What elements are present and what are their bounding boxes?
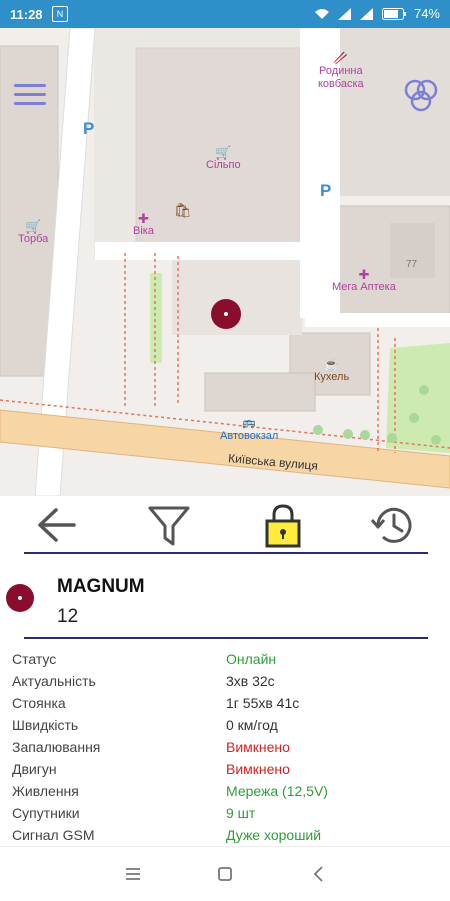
menu-icon-bar [14, 93, 46, 96]
layers-button[interactable] [402, 78, 440, 114]
bus-stop-icon: 🚌 [242, 417, 257, 429]
status-bar: 11:28 N 74% [0, 0, 450, 28]
info-row: Швидкість 0 км/год [0, 715, 450, 737]
status-icons: 74% [314, 6, 440, 21]
shop-icon: 🥢 [333, 51, 349, 65]
info-label: Запалювання [12, 739, 101, 755]
cart-icon: 🛒 [215, 145, 232, 160]
chevron-left-icon [313, 866, 323, 882]
divider [24, 552, 428, 554]
info-value: Вимкнено [226, 761, 290, 777]
info-label: Швидкість [12, 717, 79, 733]
info-label: Стоянка [12, 695, 66, 711]
poi-torba[interactable]: 🛒 Торба [18, 220, 48, 246]
signal-icon-2 [359, 7, 373, 20]
lock-button[interactable] [260, 502, 306, 548]
divider [24, 637, 428, 639]
pharmacy-icon: ✚ [138, 211, 149, 226]
device-header[interactable]: MAGNUM 12 [0, 560, 450, 638]
info-value: Вимкнено [226, 739, 290, 755]
poi-silpo[interactable]: 🛒 Сільпо [206, 146, 241, 172]
house-number: 77 [406, 259, 418, 270]
info-list: Статус Онлайн Актуальність 3хв 32с Стоянка 1г… [0, 649, 450, 847]
bag-icon: 🛍 [174, 202, 192, 218]
device-marker-icon [6, 584, 34, 612]
back-nav-button[interactable] [306, 861, 332, 887]
history-button[interactable] [370, 502, 416, 548]
home-square-icon [218, 867, 232, 881]
wifi-icon [314, 8, 329, 19]
menu-icon-bar [14, 102, 46, 105]
info-value: Онлайн [226, 651, 277, 667]
poi-vika[interactable]: ✚ Віка [133, 212, 154, 238]
poi-rodynna-kovbaska[interactable]: 🥢 Родинна ковбаска [318, 52, 364, 91]
parking-icon-2: P [320, 181, 332, 200]
menu-icon [126, 868, 140, 880]
info-row: Живлення Мережа (12,5V) [0, 781, 450, 803]
vehicle-marker[interactable] [211, 299, 241, 329]
info-row: Супутники 9 шт [0, 803, 450, 825]
info-row: Сигнал GSM Дуже хороший [0, 825, 450, 847]
cafe-icon: ☕ [323, 357, 340, 372]
device-name: MAGNUM [57, 576, 145, 597]
info-label: Статус [12, 651, 57, 667]
filter-button[interactable] [146, 502, 192, 548]
poi-kukhel[interactable]: ☕ Кухель [314, 358, 349, 384]
lock-icon [265, 504, 301, 548]
info-value: 3хв 32с [226, 673, 275, 689]
menu-button[interactable] [14, 84, 46, 106]
recents-button[interactable] [120, 861, 146, 887]
battery-percent: 74% [413, 6, 440, 21]
info-row: Запалювання Вимкнено [0, 737, 450, 759]
battery-icon [381, 7, 406, 20]
system-nav-bar [0, 846, 450, 901]
menu-icon-bar [14, 84, 46, 87]
info-value: Мережа (12,5V) [226, 783, 328, 799]
status-time: 11:28 [10, 7, 43, 22]
back-button[interactable] [34, 502, 80, 548]
info-label: Актуальність [12, 673, 96, 689]
info-value: 9 шт [226, 805, 256, 821]
info-value: 1г 55хв 41с [226, 695, 300, 711]
info-row: Актуальність 3хв 32с [0, 671, 450, 693]
info-label: Супутники [12, 805, 80, 821]
info-value: 0 км/год [226, 717, 278, 733]
home-button[interactable] [212, 861, 238, 887]
signal-icon [337, 7, 351, 20]
map-view[interactable]: 🥢 Родинна ковбаска 🛒 Сільпо 🛒 Торба ✚ Ві… [0, 28, 450, 496]
parking-icon: P [83, 119, 95, 138]
filter-icon [148, 506, 190, 546]
cart-icon: 🛒 [25, 219, 42, 234]
info-row: Двигун Вимкнено [0, 759, 450, 781]
toolbar [0, 496, 450, 554]
history-icon [370, 507, 412, 543]
notification-icon: N [52, 6, 68, 22]
poi-mega-apteka[interactable]: ✚ Мега Аптека [332, 268, 396, 294]
poi-shop-bag[interactable]: 🛍 [174, 202, 192, 218]
poi-avtovokzal[interactable]: 🚌 Автовокзал [220, 417, 278, 443]
info-label: Двигун [12, 761, 57, 777]
arrow-left-icon [38, 508, 76, 542]
info-row: Статус Онлайн [0, 649, 450, 671]
info-label: Живлення [12, 783, 79, 799]
info-row: Стоянка 1г 55хв 41с [0, 693, 450, 715]
layers-icon [404, 79, 438, 112]
info-label: Сигнал GSM [12, 827, 95, 843]
info-value: Дуже хороший [226, 827, 322, 843]
device-number: 12 [57, 606, 79, 627]
pharmacy-icon: ✚ [358, 267, 370, 282]
